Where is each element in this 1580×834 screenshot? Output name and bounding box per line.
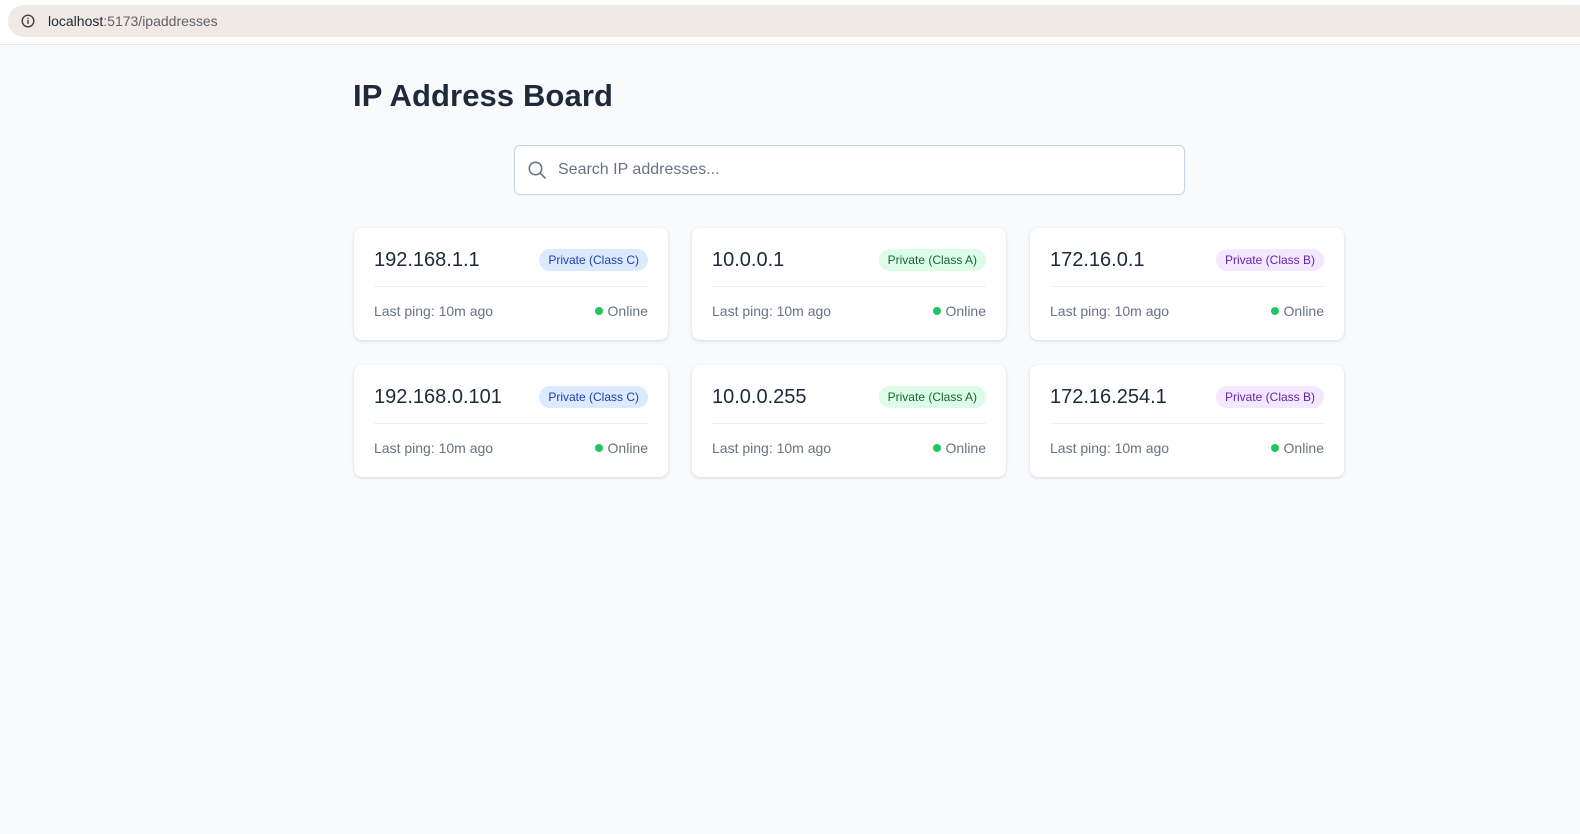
card-header: 172.16.0.1 Private (Class B) [1050, 228, 1324, 287]
status-label: Online [945, 302, 986, 319]
card-header: 192.168.0.101 Private (Class C) [374, 365, 648, 424]
last-ping: Last ping: 10m ago [374, 302, 494, 319]
ip-card[interactable]: 10.0.0.255 Private (Class A) Last ping: … [692, 365, 1006, 477]
status-indicator: Online [932, 439, 986, 456]
status-label: Online [607, 439, 648, 456]
ip-address: 10.0.0.1 [712, 248, 785, 271]
last-ping: Last ping: 10m ago [1050, 302, 1170, 319]
card-header: 172.16.254.1 Private (Class B) [1050, 365, 1324, 424]
status-label: Online [607, 302, 648, 319]
class-badge: Private (Class C) [539, 249, 648, 271]
url-path: :5173/ipaddresses [103, 13, 218, 29]
ip-card[interactable]: 172.16.0.1 Private (Class B) Last ping: … [1030, 228, 1344, 340]
status-indicator: Online [594, 439, 648, 456]
ip-card[interactable]: 10.0.0.1 Private (Class A) Last ping: 10… [692, 228, 1006, 340]
class-badge: Private (Class A) [878, 386, 986, 408]
last-ping: Last ping: 10m ago [712, 439, 832, 456]
ip-card[interactable]: 192.168.0.101 Private (Class C) Last pin… [354, 365, 668, 477]
page-title: IP Address Board [353, 78, 614, 113]
last-ping: Last ping: 10m ago [374, 439, 494, 456]
ip-address: 172.16.0.1 [1050, 248, 1145, 271]
search-box[interactable] [514, 145, 1185, 195]
ip-card[interactable]: 192.168.1.1 Private (Class C) Last ping:… [354, 228, 668, 340]
last-ping: Last ping: 10m ago [712, 302, 832, 319]
card-header: 10.0.0.255 Private (Class A) [712, 365, 986, 424]
card-footer: Last ping: 10m ago Online [1050, 287, 1324, 332]
search-icon [527, 160, 547, 180]
ip-address: 192.168.0.101 [374, 385, 502, 408]
ip-card-grid: 192.168.1.1 Private (Class C) Last ping:… [354, 228, 1344, 477]
online-dot-icon [1270, 443, 1279, 452]
card-footer: Last ping: 10m ago Online [712, 287, 986, 332]
online-dot-icon [932, 443, 941, 452]
online-dot-icon [932, 306, 941, 315]
status-indicator: Online [1270, 302, 1324, 319]
url-text: localhost:5173/ipaddresses [48, 13, 218, 29]
class-badge: Private (Class B) [1215, 249, 1324, 271]
card-header: 10.0.0.1 Private (Class A) [712, 228, 986, 287]
address-bar[interactable]: localhost:5173/ipaddresses [8, 5, 1580, 37]
status-indicator: Online [932, 302, 986, 319]
online-dot-icon [594, 443, 603, 452]
class-badge: Private (Class A) [878, 249, 986, 271]
ip-card[interactable]: 172.16.254.1 Private (Class B) Last ping… [1030, 365, 1344, 477]
class-badge: Private (Class C) [539, 386, 648, 408]
status-label: Online [945, 439, 986, 456]
status-indicator: Online [594, 302, 648, 319]
online-dot-icon [594, 306, 603, 315]
ip-address: 192.168.1.1 [374, 248, 480, 271]
card-header: 192.168.1.1 Private (Class C) [374, 228, 648, 287]
ip-address: 172.16.254.1 [1050, 385, 1167, 408]
card-footer: Last ping: 10m ago Online [712, 424, 986, 469]
last-ping: Last ping: 10m ago [1050, 439, 1170, 456]
status-indicator: Online [1270, 439, 1324, 456]
online-dot-icon [1270, 306, 1279, 315]
status-label: Online [1283, 439, 1324, 456]
ip-address: 10.0.0.255 [712, 385, 807, 408]
url-host: localhost [48, 13, 104, 29]
card-footer: Last ping: 10m ago Online [1050, 424, 1324, 469]
site-info-icon[interactable] [21, 14, 35, 28]
card-footer: Last ping: 10m ago Online [374, 287, 648, 332]
card-footer: Last ping: 10m ago Online [374, 424, 648, 469]
status-label: Online [1283, 302, 1324, 319]
search-input[interactable] [558, 155, 1158, 185]
class-badge: Private (Class B) [1215, 386, 1324, 408]
browser-toolbar: localhost:5173/ipaddresses [0, 0, 1580, 45]
